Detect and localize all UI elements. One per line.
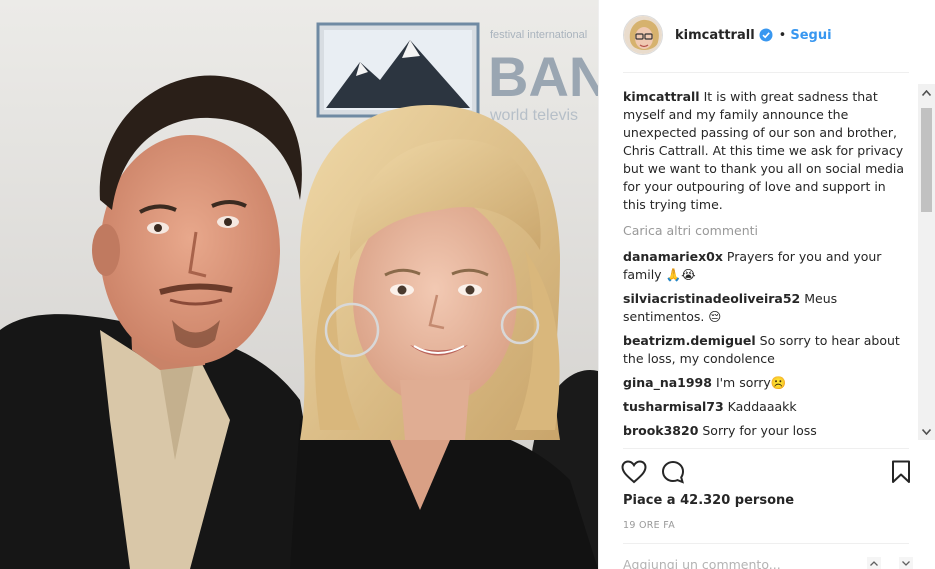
post-photo[interactable]: festival international BAN world televis: [0, 0, 598, 569]
comment-item: silviacristinadeoliveira52 Meus sentimen…: [623, 290, 909, 326]
post-caption: kimcattrall It is with great sadness tha…: [623, 88, 909, 214]
comment-username[interactable]: brook3820: [623, 423, 698, 438]
comment-text: I'm sorry☹️: [715, 375, 787, 390]
chevron-up-icon[interactable]: [918, 84, 935, 101]
comment-item: tusharmisal73 Kaddaaakk: [623, 398, 909, 416]
comment-bubble-icon[interactable]: [661, 460, 685, 484]
photo-illustration: festival international BAN world televis: [0, 0, 598, 569]
comment-item: gina_na1998 I'm sorry☹️: [623, 374, 909, 392]
caption-text: It is with great sadness that myself and…: [623, 89, 905, 212]
post-actions: [621, 458, 911, 486]
heart-icon[interactable]: [621, 460, 647, 484]
comment-username[interactable]: beatrizm.demiguel: [623, 333, 756, 348]
header-divider: [623, 72, 909, 73]
avatar[interactable]: [623, 15, 663, 55]
load-more-comments-button[interactable]: Carica altri commenti: [623, 222, 909, 240]
sign-top-text: festival international: [490, 29, 587, 41]
sign-title-text: BAN: [488, 45, 598, 108]
comment-text: Sorry for your loss: [702, 423, 817, 438]
post-username[interactable]: kimcattrall: [675, 28, 755, 43]
actions-divider: [623, 448, 909, 449]
chevron-up-icon[interactable]: [867, 557, 881, 569]
sign-sub-text: world televis: [489, 107, 578, 124]
post-timestamp[interactable]: 19 ORE FA: [623, 520, 675, 531]
post-header: kimcattrall • Segui: [623, 14, 911, 56]
likes-count[interactable]: Piace a 42.320 persone: [623, 493, 794, 508]
bookmark-icon[interactable]: [891, 460, 911, 484]
banner-logo: [316, 22, 480, 118]
follow-button[interactable]: Segui: [790, 28, 831, 43]
comment-username[interactable]: danamariex0x: [623, 249, 723, 264]
comment-username[interactable]: gina_na1998: [623, 375, 712, 390]
chevron-down-icon[interactable]: [899, 557, 913, 569]
post-side-panel: kimcattrall • Segui kimcattrall It is wi…: [598, 0, 935, 569]
add-comment-divider: [623, 543, 909, 544]
verified-badge-icon: [759, 28, 773, 42]
avatar-image: [624, 16, 662, 54]
comment-item: brook3820 Sorry for your loss: [623, 422, 909, 440]
comments-scrollbar[interactable]: [918, 84, 935, 440]
add-comment-input[interactable]: [623, 556, 859, 569]
comment-item: beatrizm.demiguel So sorry to hear about…: [623, 332, 909, 368]
comment-text: Kaddaaakk: [727, 399, 797, 414]
comment-item: danamariex0x Prayers for you and your fa…: [623, 248, 909, 284]
comment-username[interactable]: silviacristinadeoliveira52: [623, 291, 800, 306]
separator-dot: •: [778, 27, 787, 43]
chevron-down-icon[interactable]: [918, 423, 935, 440]
caption-username[interactable]: kimcattrall: [623, 89, 700, 104]
comments-list[interactable]: kimcattrall It is with great sadness tha…: [623, 88, 909, 444]
comment-username[interactable]: tusharmisal73: [623, 399, 724, 414]
scrollbar-thumb[interactable]: [921, 108, 932, 212]
